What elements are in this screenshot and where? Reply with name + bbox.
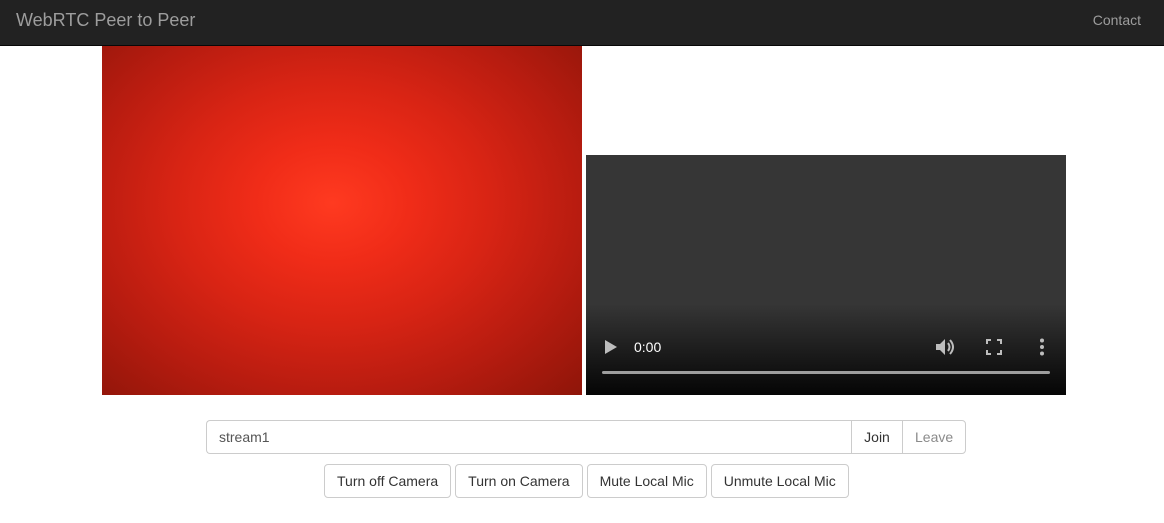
navbar-brand[interactable]: WebRTC Peer to Peer <box>16 10 195 30</box>
more-vert-icon[interactable] <box>1030 335 1054 359</box>
fullscreen-icon[interactable] <box>982 335 1006 359</box>
unmute-local-mic-button[interactable]: Unmute Local Mic <box>710 464 849 498</box>
stream-name-input[interactable] <box>206 420 852 454</box>
local-video <box>102 46 582 395</box>
mute-local-mic-button[interactable]: Mute Local Mic <box>586 464 707 498</box>
media-controls: Turn off Camera Turn on Camera Mute Loca… <box>324 464 849 498</box>
leave-button[interactable]: Leave <box>902 420 966 454</box>
video-time: 0:00 <box>634 339 662 355</box>
turn-on-camera-button[interactable]: Turn on Camera <box>455 464 583 498</box>
stream-input-group: Join Leave <box>206 420 966 454</box>
turn-off-camera-button[interactable]: Turn off Camera <box>324 464 452 498</box>
video-progress-bar[interactable] <box>602 371 1050 374</box>
navbar: WebRTC Peer to Peer Contact <box>0 0 1164 46</box>
nav-link-contact[interactable]: Contact <box>1093 12 1141 28</box>
join-button[interactable]: Join <box>851 420 903 454</box>
play-icon[interactable] <box>600 336 622 358</box>
volume-icon[interactable] <box>934 335 958 359</box>
remote-video-player[interactable]: 0:00 <box>586 155 1066 395</box>
